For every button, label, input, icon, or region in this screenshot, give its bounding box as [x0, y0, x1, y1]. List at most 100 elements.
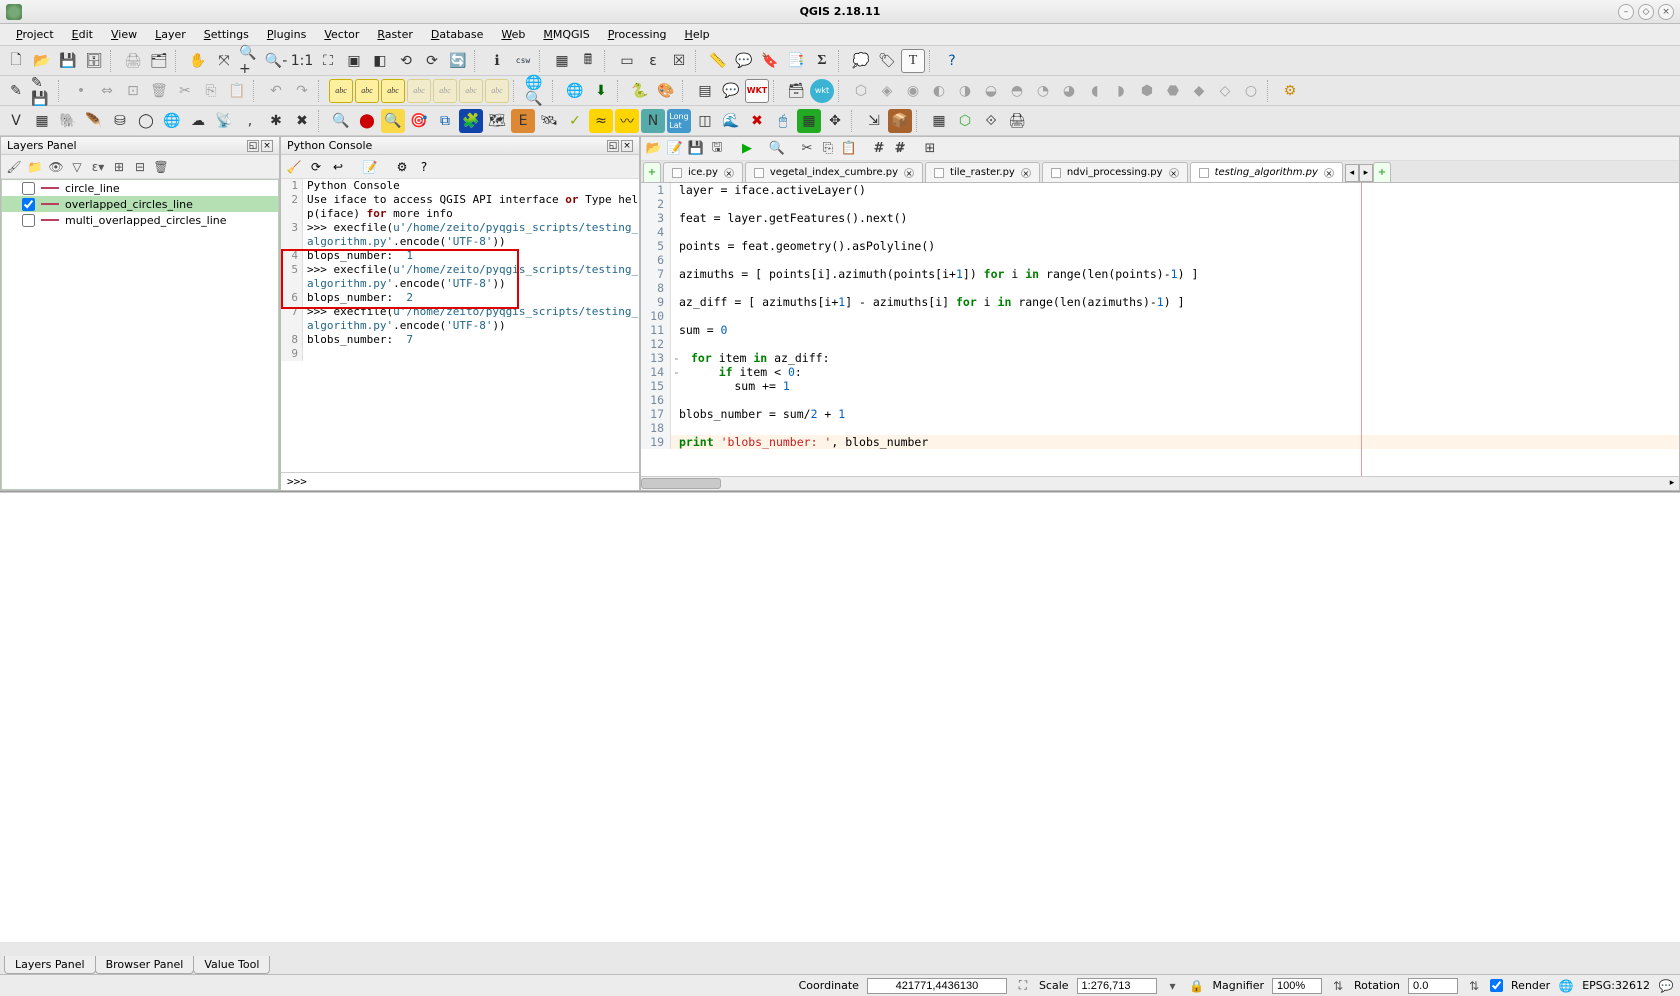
style-icon[interactable]: 🖌 [5, 158, 23, 176]
layer-checkbox[interactable] [22, 214, 35, 227]
plugin-b3[interactable]: 🔍 [381, 109, 405, 133]
layers-undock-button[interactable]: ◱ [247, 140, 259, 152]
plugin-b7[interactable]: 🗺 [485, 109, 509, 133]
magnifier-spinner-icon[interactable]: ⇅ [1330, 978, 1346, 994]
new-project-button[interactable]: 🗋 [4, 49, 28, 73]
map-tips-button[interactable]: 💬 [732, 49, 756, 73]
run-script-button[interactable]: ▶ [738, 140, 756, 158]
zoom-to-layer-button[interactable]: ◧ [368, 49, 392, 73]
import-class-button[interactable]: ⟳ [307, 158, 325, 176]
help-button[interactable]: ? [940, 49, 964, 73]
labeling-button[interactable]: abc [329, 79, 353, 103]
plugin-b18[interactable]: 🖱 [771, 109, 795, 133]
layers-close-button[interactable]: × [261, 140, 273, 152]
visibility-icon[interactable]: 👁 [47, 158, 65, 176]
add-spatialite-button[interactable]: 🪶 [82, 109, 106, 133]
open-file-button[interactable]: 📂 [645, 140, 663, 158]
menu-database[interactable]: Database [423, 26, 492, 43]
run-command-button[interactable]: ↩ [329, 158, 347, 176]
save-file-button[interactable]: 💾 [687, 140, 705, 158]
digitize-14[interactable]: ◆ [1187, 79, 1211, 103]
remove-icon[interactable]: 🗑 [152, 158, 170, 176]
digitize-4[interactable]: ◐ [927, 79, 951, 103]
new-tab-button[interactable]: + [643, 162, 661, 182]
digitize-6[interactable]: ◒ [979, 79, 1003, 103]
console-undock-button[interactable]: ◱ [607, 140, 619, 152]
copy-features-button[interactable]: ⎘ [199, 79, 223, 103]
console-input[interactable]: >>> [281, 472, 639, 490]
undo-button[interactable]: ↶ [264, 79, 288, 103]
move-feature-button[interactable]: ⇔ [95, 79, 119, 103]
digitize-15[interactable]: ◇ [1213, 79, 1237, 103]
filter-legend-icon[interactable]: ▽ [68, 158, 86, 176]
rotation-input[interactable] [1408, 978, 1458, 994]
tab-scroll-left[interactable]: ◂ [1345, 164, 1359, 182]
plugin-b2[interactable]: ⬤ [355, 109, 379, 133]
menu-edit[interactable]: Edit [64, 26, 101, 43]
layer-row[interactable]: multi_overlapped_circles_line [2, 212, 278, 228]
expand-all-icon[interactable]: ⊞ [110, 158, 128, 176]
paste-button[interactable]: 📋 [840, 140, 858, 158]
editor-hscroll[interactable]: ◂ ▸ [641, 476, 1679, 490]
zoom-native-button[interactable]: 1:1 [290, 49, 314, 73]
cut-button[interactable]: ✂ [798, 140, 816, 158]
render-checkbox[interactable] [1490, 979, 1503, 992]
digitize-9[interactable]: ◕ [1057, 79, 1081, 103]
add-raster-button[interactable]: ▦ [30, 109, 54, 133]
paste-features-button[interactable]: 📋 [225, 79, 249, 103]
digitize-1[interactable]: ⬡ [849, 79, 873, 103]
save-as-file-button[interactable]: 🖫 [708, 140, 726, 158]
plugin-b6[interactable]: 🧩 [459, 109, 483, 133]
pan-to-selection-button[interactable]: ⤧ [212, 49, 236, 73]
layers-tree[interactable]: circle_lineoverlapped_circles_linemulti_… [1, 179, 279, 490]
label-tool-5[interactable]: abc [459, 79, 483, 103]
menu-settings[interactable]: Settings [196, 26, 257, 43]
cut-features-button[interactable]: ✂ [173, 79, 197, 103]
html-annotation-button[interactable]: 🏷 [875, 49, 899, 73]
layer-row[interactable]: overlapped_circles_line [2, 196, 278, 212]
python-console-button[interactable]: 🐍 [628, 79, 652, 103]
menu-layer[interactable]: Layer [147, 26, 194, 43]
plugin-b14[interactable]: LongLat [667, 109, 691, 133]
digitize-2[interactable]: ◈ [875, 79, 899, 103]
digitize-10[interactable]: ◖ [1083, 79, 1107, 103]
extents-icon[interactable]: ⛶ [1015, 978, 1031, 994]
coordinate-input[interactable] [867, 978, 1007, 994]
digitize-13[interactable]: ⬣ [1161, 79, 1185, 103]
add-wfs-button[interactable]: 📡 [212, 109, 236, 133]
maximize-button[interactable]: ◇ [1638, 4, 1654, 20]
menu-processing[interactable]: Processing [600, 26, 675, 43]
csw-button[interactable]: csw [511, 49, 535, 73]
new-shapefile-button[interactable]: ✱ [264, 109, 288, 133]
identify-button[interactable]: ℹ [485, 49, 509, 73]
object-inspector-button[interactable]: ⊞ [921, 140, 939, 158]
text-annotation-button[interactable]: 💭 [849, 49, 873, 73]
composer-manager-button[interactable]: 🗂 [147, 49, 171, 73]
crs-icon[interactable]: 🌐 [1558, 978, 1574, 994]
layer-checkbox[interactable] [22, 198, 35, 211]
expr-filter-icon[interactable]: ε▾ [89, 158, 107, 176]
wkt-button[interactable]: WKT [745, 79, 769, 103]
plugin-b19[interactable]: ▦ [797, 109, 821, 133]
tab-close-icon[interactable]: × [904, 168, 914, 178]
open-attribute-table-button[interactable]: ▦ [550, 49, 574, 73]
label-tool-4[interactable]: abc [433, 79, 457, 103]
toggle-editing-button[interactable]: ✎ [4, 79, 28, 103]
tab-close-icon[interactable]: × [1169, 168, 1179, 178]
tab-scroll-right[interactable]: ▸ [1359, 164, 1373, 182]
editor-tab[interactable]: vegetal_index_cumbre.py× [745, 162, 923, 182]
tab-close-icon[interactable]: × [1324, 168, 1334, 178]
tab-close-icon[interactable]: × [724, 168, 734, 178]
uncomment-button[interactable]: #̷ [891, 140, 909, 158]
digitize-5[interactable]: ◑ [953, 79, 977, 103]
bottom-tab[interactable]: Browser Panel [95, 956, 195, 974]
deselect-button[interactable]: ☒ [667, 49, 691, 73]
messages-icon[interactable]: 💬 [1658, 978, 1674, 994]
copy-button[interactable]: ⎘ [819, 140, 837, 158]
digitize-11[interactable]: ◗ [1109, 79, 1133, 103]
label-tool-1[interactable]: abc [355, 79, 379, 103]
add-feature-button[interactable]: • [69, 79, 93, 103]
plugin-b9[interactable]: 🛰 [537, 109, 561, 133]
editor-code-area[interactable]: 1layer = iface.activeLayer()23feat = lay… [641, 183, 1679, 476]
menu-vector[interactable]: Vector [316, 26, 367, 43]
